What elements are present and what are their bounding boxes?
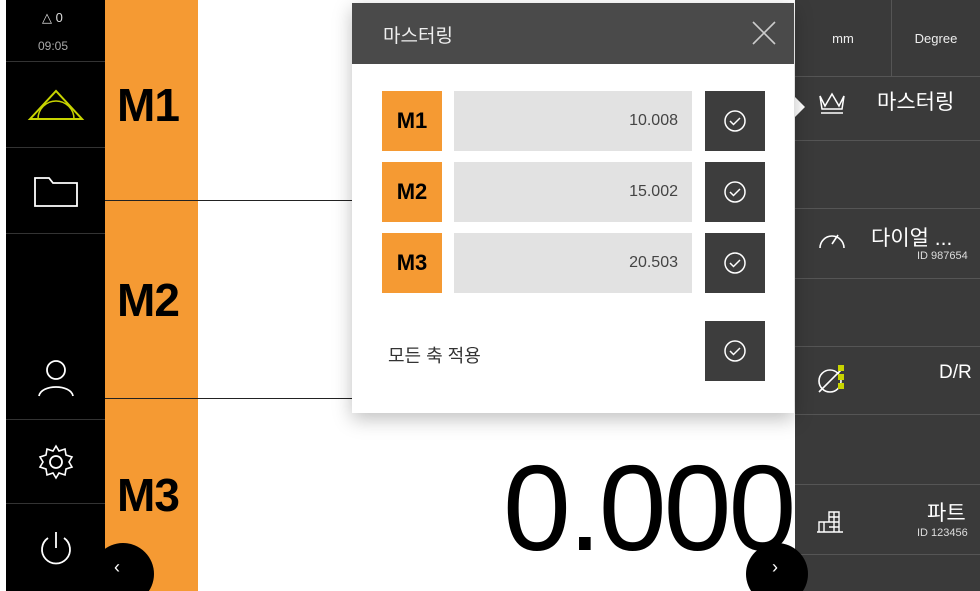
power-icon <box>40 531 71 564</box>
mastering-dialog: 마스터링 M1 10.008 M2 15.002 M3 20.503 모든 축 … <box>352 3 794 413</box>
separator <box>795 414 980 415</box>
warning-indicator: △ 0 <box>42 10 63 25</box>
check-circle-icon <box>724 181 746 203</box>
check-circle-icon <box>724 340 746 362</box>
apply-all-button[interactable] <box>705 321 765 381</box>
clock: 09:05 <box>38 39 69 53</box>
right-panel: mm Degree 마스터링 다이얼 ... ID 987654 D/R 파트 … <box>795 0 980 591</box>
nav-power[interactable] <box>6 504 105 591</box>
separator <box>795 346 980 347</box>
status-area[interactable]: △ 0 09:05 <box>6 0 105 62</box>
separator <box>795 484 980 485</box>
app-screen: △ 0 09:05 M1 M2 M3 ‹ 0.000 mm Degree 마스터… <box>0 0 980 591</box>
confirm-button[interactable] <box>705 233 765 293</box>
mastering-row: M2 15.002 <box>382 162 766 222</box>
signal-indicator <box>838 365 844 392</box>
axis-value-input[interactable]: 20.503 <box>454 233 692 293</box>
unit-mm-button[interactable]: mm <box>795 0 892 76</box>
part-icon <box>817 511 843 533</box>
axis-value-input[interactable]: 10.008 <box>454 91 692 151</box>
axis-tag: M2 <box>382 162 442 222</box>
separator <box>795 278 980 279</box>
folder-icon <box>33 176 78 207</box>
protractor-icon <box>27 89 84 120</box>
dialog-header: 마스터링 <box>352 3 794 64</box>
check-circle-icon <box>724 110 746 132</box>
axis-tag: M1 <box>382 91 442 151</box>
divider-line <box>105 200 352 201</box>
nav-measure[interactable] <box>6 62 105 148</box>
mastering-label[interactable]: 마스터링 <box>877 86 954 116</box>
dial-id: ID 987654 <box>917 250 968 262</box>
left-nav: △ 0 09:05 <box>6 0 105 591</box>
gear-icon <box>38 443 73 480</box>
chevron-left-icon: ‹ <box>114 557 120 577</box>
nav-user[interactable] <box>6 334 105 420</box>
gauge-icon <box>819 234 845 249</box>
separator <box>795 208 980 209</box>
axis-tag: M3 <box>382 233 442 293</box>
unit-degree-button[interactable]: Degree <box>892 0 980 76</box>
apply-all-label: 모든 축 적용 <box>388 346 481 366</box>
axis-label-m3[interactable]: M3 <box>117 468 180 522</box>
mastering-row: M1 10.008 <box>382 91 766 151</box>
separator <box>795 554 980 555</box>
confirm-button[interactable] <box>705 91 765 151</box>
separator <box>795 140 980 141</box>
active-pointer <box>795 97 805 117</box>
axis-label-m2[interactable]: M2 <box>117 273 180 327</box>
close-icon[interactable] <box>748 17 780 49</box>
dial-label[interactable]: 다이얼 ... <box>871 222 952 252</box>
part-label[interactable]: 파트 <box>927 497 966 527</box>
warning-count: 0 <box>55 10 63 25</box>
crown-icon <box>819 92 845 114</box>
dr-label[interactable]: D/R <box>939 362 972 384</box>
confirm-button[interactable] <box>705 162 765 222</box>
axis-value-input[interactable]: 15.002 <box>454 162 692 222</box>
nav-settings[interactable] <box>6 420 105 504</box>
divider-line <box>105 398 352 399</box>
part-id: ID 123456 <box>917 527 968 539</box>
axis-label-m1[interactable]: M1 <box>117 78 180 132</box>
axis-strip: M1 M2 M3 <box>105 0 198 591</box>
nav-files[interactable] <box>6 148 105 234</box>
check-circle-icon <box>724 252 746 274</box>
dialog-title: 마스터링 <box>383 26 453 47</box>
chevron-right-icon: › <box>772 557 778 577</box>
separator <box>795 76 980 77</box>
mastering-row: M3 20.503 <box>382 233 766 293</box>
user-icon <box>37 359 74 396</box>
